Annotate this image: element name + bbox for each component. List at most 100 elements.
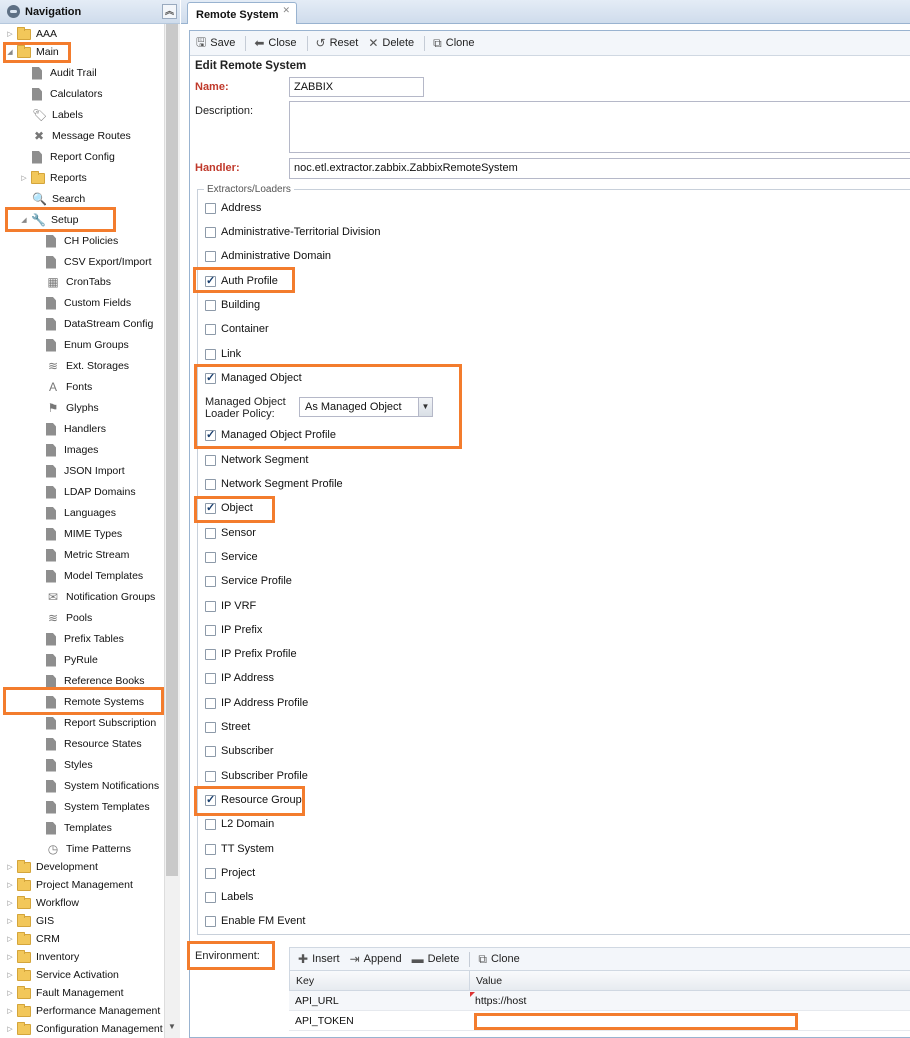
sidebar-item-handlers[interactable]: Handlers xyxy=(46,420,106,438)
grid-delete-button[interactable]: ▬ Delete xyxy=(412,952,460,966)
append-button[interactable]: ⇥ Append xyxy=(350,952,402,966)
checkbox-address[interactable]: Address xyxy=(205,202,261,214)
sidebar-item-system-templates[interactable]: System Templates xyxy=(46,798,150,816)
sidebar-item-fault-management[interactable]: ▷ Fault Management xyxy=(6,984,124,1002)
checkbox-unchecked-icon[interactable] xyxy=(205,867,216,879)
collapse-navigation-button[interactable]: ︽ xyxy=(162,4,177,19)
expand-arrow-icon[interactable]: ▷ xyxy=(6,1007,14,1015)
sidebar-item-custom-fields[interactable]: Custom Fields xyxy=(46,294,131,312)
reset-button[interactable]: ↺ Reset xyxy=(316,36,359,50)
sidebar-item-mime-types[interactable]: MIME Types xyxy=(46,525,122,543)
tab-close-icon[interactable]: ✕ xyxy=(282,5,290,16)
checkbox-unchecked-icon[interactable] xyxy=(205,672,216,684)
sidebar-item-performance-management[interactable]: ▷ Performance Management xyxy=(6,1002,160,1020)
handler-field[interactable]: noc.etl.extractor.zabbix.ZabbixRemoteSys… xyxy=(289,158,910,179)
checkbox-unchecked-icon[interactable] xyxy=(205,648,216,660)
sidebar-item-notification-groups[interactable]: ✉ Notification Groups xyxy=(46,588,155,606)
sidebar-item-prefix-tables[interactable]: Prefix Tables xyxy=(46,630,124,648)
sidebar-item-ext-storages[interactable]: ≋ Ext. Storages xyxy=(46,357,129,375)
sidebar-item-system-notifications[interactable]: System Notifications xyxy=(46,777,159,795)
env-key-cell[interactable]: API_URL xyxy=(295,995,339,1007)
sidebar-item-workflow[interactable]: ▷ Workflow xyxy=(6,894,79,912)
env-key-cell[interactable]: API_TOKEN xyxy=(295,1015,354,1027)
sidebar-item-resource-states[interactable]: Resource States xyxy=(46,735,142,753)
expand-arrow-icon[interactable]: ▷ xyxy=(6,953,14,961)
checkbox-building[interactable]: Building xyxy=(205,299,260,311)
grid-clone-button[interactable]: ⧉ Clone xyxy=(478,952,519,967)
checkbox-ip-address[interactable]: IP Address xyxy=(205,672,274,684)
checkbox-ip-prefix[interactable]: IP Prefix xyxy=(205,624,262,636)
env-value-cell[interactable]: https://host xyxy=(475,995,526,1007)
checkbox-unchecked-icon[interactable] xyxy=(205,697,216,709)
sidebar-item-audit-trail[interactable]: Audit Trail xyxy=(32,64,97,82)
checkbox-unchecked-icon[interactable] xyxy=(205,770,216,782)
sidebar-item-templates[interactable]: Templates xyxy=(46,819,112,837)
checkbox-unchecked-icon[interactable] xyxy=(205,915,216,927)
checkbox-tt-system[interactable]: TT System xyxy=(205,843,274,855)
expand-arrow-icon[interactable]: ▷ xyxy=(6,989,14,997)
expand-arrow-icon[interactable]: ▷ xyxy=(6,899,14,907)
sidebar-item-datastream-config[interactable]: DataStream Config xyxy=(46,315,153,333)
checkbox-container[interactable]: Container xyxy=(205,323,269,335)
sidebar-item-project-management[interactable]: ▷ Project Management xyxy=(6,876,133,894)
sidebar-item-styles[interactable]: Styles xyxy=(46,756,93,774)
sidebar-item-configuration-management[interactable]: ▷ Configuration Management xyxy=(6,1020,163,1038)
checkbox-unchecked-icon[interactable] xyxy=(205,600,216,612)
checkbox-service[interactable]: Service xyxy=(205,551,258,563)
checkbox-enable-fm-event[interactable]: Enable FM Event xyxy=(205,915,305,927)
expand-arrow-icon[interactable]: ▷ xyxy=(6,971,14,979)
expand-arrow-icon[interactable]: ▷ xyxy=(6,30,14,38)
checkbox-service-profile[interactable]: Service Profile xyxy=(205,575,292,587)
sidebar-item-fonts[interactable]: A Fonts xyxy=(46,378,92,396)
checkbox-unchecked-icon[interactable] xyxy=(205,250,216,262)
scroll-down-arrow-icon[interactable]: ▼ xyxy=(164,1022,180,1036)
sidebar-item-csv-export-import[interactable]: CSV Export/Import xyxy=(46,253,152,271)
checkbox-street[interactable]: Street xyxy=(205,721,250,733)
expand-arrow-icon[interactable]: ▷ xyxy=(6,917,14,925)
checkbox-unchecked-icon[interactable] xyxy=(205,745,216,757)
delete-button[interactable]: ✕ Delete xyxy=(368,36,414,50)
expand-arrow-icon[interactable]: ▷ xyxy=(6,863,14,871)
expand-arrow-icon[interactable]: ▷ xyxy=(6,1025,14,1033)
expand-arrow-icon[interactable]: ▷ xyxy=(6,935,14,943)
sidebar-item-images[interactable]: Images xyxy=(46,441,98,459)
sidebar-item-reports[interactable]: ▷ Reports xyxy=(20,169,87,187)
sidebar-item-message-routes[interactable]: ✖ Message Routes xyxy=(32,127,131,145)
checkbox-unchecked-icon[interactable] xyxy=(205,454,216,466)
sidebar-item-ldap-domains[interactable]: LDAP Domains xyxy=(46,483,136,501)
checkbox-labels[interactable]: Labels xyxy=(205,891,253,903)
sidebar-item-search[interactable]: 🔍 Search xyxy=(32,190,85,208)
sidebar-item-aaa[interactable]: ▷ AAA xyxy=(6,25,57,43)
column-header-key[interactable]: Key xyxy=(296,975,314,987)
sidebar-item-gis[interactable]: ▷ GIS xyxy=(6,912,54,930)
clone-button[interactable]: ⧉ Clone xyxy=(433,36,474,51)
checkbox-network-segment[interactable]: Network Segment xyxy=(205,454,308,466)
sidebar-item-development[interactable]: ▷ Development xyxy=(6,858,98,876)
sidebar-item-report-config[interactable]: Report Config xyxy=(32,148,115,166)
sidebar-item-pools[interactable]: ≋ Pools xyxy=(46,609,92,627)
checkbox-unchecked-icon[interactable] xyxy=(205,323,216,335)
checkbox-subscriber-profile[interactable]: Subscriber Profile xyxy=(205,770,308,782)
checkbox-ip-vrf[interactable]: IP VRF xyxy=(205,600,256,612)
checkbox-ip-address-profile[interactable]: IP Address Profile xyxy=(205,697,308,709)
checkbox-unchecked-icon[interactable] xyxy=(205,891,216,903)
sidebar-item-crm[interactable]: ▷ CRM xyxy=(6,930,60,948)
checkbox-link[interactable]: Link xyxy=(205,348,241,360)
sidebar-item-ch-policies[interactable]: CH Policies xyxy=(46,232,118,250)
column-header-value[interactable]: Value xyxy=(476,975,502,987)
sidebar-item-json-import[interactable]: JSON Import xyxy=(46,462,125,480)
checkbox-subscriber[interactable]: Subscriber xyxy=(205,745,274,757)
checkbox-unchecked-icon[interactable] xyxy=(205,202,216,214)
sidebar-item-report-subscription[interactable]: Report Subscription xyxy=(46,714,156,732)
checkbox-unchecked-icon[interactable] xyxy=(205,299,216,311)
sidebar-item-model-templates[interactable]: Model Templates xyxy=(46,567,143,585)
insert-button[interactable]: ✚ Insert xyxy=(298,952,340,966)
checkbox-unchecked-icon[interactable] xyxy=(205,818,216,830)
checkbox-ip-prefix-profile[interactable]: IP Prefix Profile xyxy=(205,648,297,660)
sidebar-item-pyrule[interactable]: PyRule xyxy=(46,651,98,669)
checkbox-administrative-domain[interactable]: Administrative Domain xyxy=(205,250,331,262)
sidebar-item-time-patterns[interactable]: ◷ Time Patterns xyxy=(46,840,131,858)
checkbox-l2-domain[interactable]: L2 Domain xyxy=(205,818,274,830)
save-button[interactable]: 🖫 Save xyxy=(196,33,235,54)
checkbox-unchecked-icon[interactable] xyxy=(205,226,216,238)
